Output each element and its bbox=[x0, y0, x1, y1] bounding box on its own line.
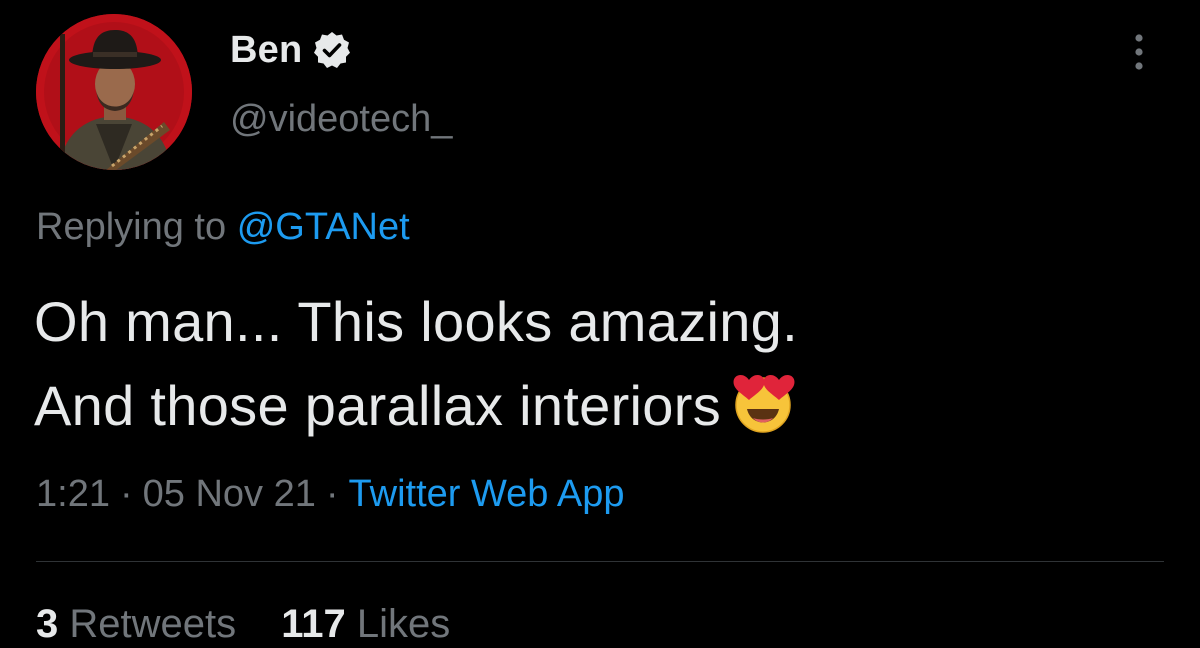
verified-badge-icon bbox=[312, 30, 352, 70]
tweet-text-line-1: Oh man... This looks amazing. bbox=[34, 290, 798, 353]
replying-to-label: Replying to bbox=[36, 206, 227, 248]
retweets-count: 3 bbox=[36, 602, 59, 646]
divider bbox=[36, 561, 1164, 562]
more-options-icon[interactable] bbox=[1124, 30, 1154, 74]
tweet-stats: 3 Retweets 117 Likes bbox=[36, 602, 484, 647]
tweet-date[interactable]: 05 Nov 21 bbox=[143, 473, 316, 515]
reply-mention-link[interactable]: @GTANet bbox=[237, 206, 410, 248]
meta-separator: · bbox=[119, 473, 133, 515]
author-handle[interactable]: @videotech_ bbox=[230, 98, 452, 141]
likes-label: Likes bbox=[356, 602, 451, 646]
heart-eyes-emoji-icon bbox=[723, 369, 807, 433]
tweet-source-link[interactable]: Twitter Web App bbox=[349, 473, 625, 515]
retweets-label: Retweets bbox=[69, 602, 237, 646]
tweet-text-line-2: And those parallax interiors bbox=[34, 374, 721, 437]
likes-stat[interactable]: 117 Likes bbox=[281, 602, 450, 646]
retweets-stat[interactable]: 3 Retweets bbox=[36, 602, 236, 646]
tweet-text-line-2-wrap: And those parallax interiors bbox=[34, 364, 1154, 448]
author-name-row: Ben bbox=[230, 26, 352, 74]
tweet-meta: 1:21 · 05 Nov 21 · Twitter Web App bbox=[36, 473, 625, 516]
meta-separator-2: · bbox=[325, 473, 339, 515]
likes-count: 117 bbox=[281, 602, 346, 646]
avatar[interactable] bbox=[36, 14, 192, 170]
avatar-cowboy-icon bbox=[36, 14, 192, 170]
tweet-time[interactable]: 1:21 bbox=[36, 473, 110, 515]
tweet-text: Oh man... This looks amazing. And those … bbox=[34, 280, 1154, 448]
author-display-name[interactable]: Ben bbox=[230, 29, 302, 72]
tweet-detail: Ben @videotech_ Replying to @GTANet Oh m… bbox=[0, 0, 1200, 648]
replying-to-line: Replying to @GTANet bbox=[36, 206, 410, 249]
